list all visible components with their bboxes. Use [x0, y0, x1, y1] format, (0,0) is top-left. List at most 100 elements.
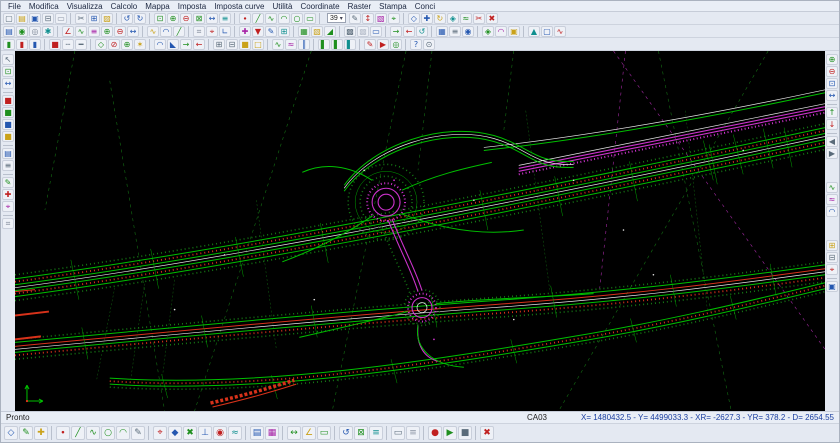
new-file-icon[interactable]: ▢ [3, 13, 15, 24]
area-calc-icon[interactable]: ▣ [508, 26, 520, 37]
r-pan-icon[interactable]: ↔ [826, 90, 838, 101]
quick-line-icon[interactable]: ╱ [71, 426, 85, 440]
line-width-icon[interactable]: ━ [75, 39, 87, 50]
measure-angle-icon[interactable]: ∠ [302, 426, 316, 440]
scale-combo[interactable]: 39 ▾ [327, 13, 346, 23]
draw-line-icon[interactable]: ╱ [252, 13, 264, 24]
unlock-icon[interactable]: □ [252, 39, 264, 50]
r-layer-up-icon[interactable]: ↑ [826, 107, 838, 118]
vertex-delete-icon[interactable]: ⊖ [114, 26, 126, 37]
menu-file[interactable]: File [4, 2, 25, 11]
snap-nearest-icon[interactable]: ≈ [228, 426, 242, 440]
menu-stampa[interactable]: Stampa [375, 2, 411, 11]
annotate-icon[interactable]: ✎ [364, 39, 376, 50]
label-tool-icon[interactable]: ✎ [265, 26, 277, 37]
import-icon[interactable]: ← [403, 26, 415, 37]
marker-green-icon[interactable]: ▮ [3, 39, 15, 50]
r-grid-add-icon[interactable]: ⊞ [826, 240, 838, 251]
view-3d-icon[interactable]: ▲ [528, 26, 540, 37]
ortho-icon[interactable]: ∟ [219, 26, 231, 37]
break-tool-icon[interactable]: ⊘ [108, 39, 120, 50]
r-grid-remove-icon[interactable]: ⊟ [826, 252, 838, 263]
r-target-icon[interactable]: ⌖ [826, 264, 838, 275]
dimension-icon[interactable]: ↕ [362, 13, 374, 24]
marker-red-icon[interactable]: ▮ [16, 39, 28, 50]
image-insert-icon[interactable]: ▭ [370, 26, 382, 37]
offset-icon[interactable]: ≈ [460, 13, 472, 24]
menu-conci[interactable]: Conci [411, 2, 439, 11]
shorten-icon[interactable]: ← [193, 39, 205, 50]
modify-palette-icon[interactable]: ✚ [2, 189, 14, 200]
menu-imposta[interactable]: Imposta [174, 2, 210, 11]
raster-hide-icon[interactable]: ▩ [357, 26, 369, 37]
macro-stop-icon[interactable]: ■ [458, 426, 472, 440]
menu-coordinate[interactable]: Coordinate [296, 2, 343, 11]
layer-off-icon[interactable]: ◎ [29, 26, 41, 37]
copy-icon[interactable]: ⊞ [88, 13, 100, 24]
layer-manager-icon[interactable]: ▤ [3, 26, 15, 37]
menu-visualizza[interactable]: Visualizza [63, 2, 107, 11]
erase-icon[interactable]: ✖ [486, 13, 498, 24]
menu-imposta-curve[interactable]: Imposta curve [210, 2, 268, 11]
print-icon[interactable]: ⊟ [42, 13, 54, 24]
quick-arc-icon[interactable]: ◠ [116, 426, 130, 440]
filter-colors-icon[interactable]: ▦ [265, 426, 279, 440]
snap-intersection-icon[interactable]: ✖ [183, 426, 197, 440]
layers-panel-icon[interactable]: ▤ [2, 148, 14, 159]
zoom-box-left-icon[interactable]: ⊡ [2, 66, 14, 77]
vertex-add-icon[interactable]: ⊕ [101, 26, 113, 37]
area-tool-icon[interactable]: ▦ [298, 26, 310, 37]
r-next-view-icon[interactable]: ▶ [826, 148, 838, 159]
quick-text-icon[interactable]: ✎ [131, 426, 145, 440]
flag-icon[interactable]: ▶ [377, 39, 389, 50]
snap-icon[interactable]: ⌖ [206, 26, 218, 37]
grid-icon[interactable]: ⌗ [193, 26, 205, 37]
trim-icon[interactable]: ✂ [473, 13, 485, 24]
list-view-icon[interactable]: ≡ [449, 26, 461, 37]
r-zoom-out-icon[interactable]: ⊖ [826, 66, 838, 77]
hatch-icon[interactable]: ▧ [375, 13, 387, 24]
snap-perpendicular-icon[interactable]: ⊥ [198, 426, 212, 440]
help-icon[interactable]: ? [410, 39, 422, 50]
text-tool-icon[interactable]: ✎ [349, 13, 361, 24]
plot-preview-icon[interactable]: ▭ [55, 13, 67, 24]
cross-sections-icon[interactable]: ≈ [285, 39, 297, 50]
log-view-icon[interactable]: ≡ [406, 426, 420, 440]
select-icon[interactable]: ◇ [408, 13, 420, 24]
drawing-canvas[interactable] [15, 51, 825, 411]
r-zoom-in-icon[interactable]: ⊕ [826, 54, 838, 65]
draw-rectangle-icon[interactable]: ▭ [304, 13, 316, 24]
fillet-icon[interactable]: ◠ [154, 39, 166, 50]
zoom-out-icon[interactable]: ⊖ [180, 13, 192, 24]
close-drawing-icon[interactable]: ✖ [480, 426, 494, 440]
pan-icon[interactable]: ↔ [206, 13, 218, 24]
redraw-icon[interactable]: ≡ [219, 13, 231, 24]
measure-icon[interactable]: ⌖ [388, 13, 400, 24]
group-icon[interactable]: ⊞ [213, 39, 225, 50]
snap-center-icon[interactable]: ◉ [213, 426, 227, 440]
column-green-1-icon[interactable]: ▌ [318, 39, 330, 50]
color-green-icon[interactable]: ■ [2, 107, 14, 118]
road-calc-icon[interactable]: ◈ [482, 26, 494, 37]
long-profile-icon[interactable]: ∿ [272, 39, 284, 50]
vertex-move-icon[interactable]: ↔ [127, 26, 139, 37]
r-previous-view-icon[interactable]: ◀ [826, 136, 838, 147]
menu-modifica[interactable]: Modifica [25, 2, 63, 11]
draw-circle-icon[interactable]: ○ [291, 13, 303, 24]
quick-circle-icon[interactable]: ○ [101, 426, 115, 440]
draw-arc-icon[interactable]: ◠ [278, 13, 290, 24]
save-icon[interactable]: ▣ [29, 13, 41, 24]
extend-icon[interactable]: → [180, 39, 192, 50]
move-icon[interactable]: ✚ [421, 13, 433, 24]
select-mode-icon[interactable]: ◇ [4, 426, 18, 440]
regen-icon[interactable]: ≡ [369, 426, 383, 440]
r-zoom-window-icon[interactable]: ⊡ [826, 78, 838, 89]
tangent-icon[interactable]: ╱ [173, 26, 185, 37]
layer-on-icon[interactable]: ◉ [16, 26, 28, 37]
menu-mappa[interactable]: Mappa [141, 2, 173, 11]
color-blue-icon[interactable]: ■ [2, 119, 14, 130]
undo-icon[interactable]: ↺ [121, 13, 133, 24]
r-curve-icon[interactable]: ◠ [826, 206, 838, 217]
filter-layers-icon[interactable]: ▤ [250, 426, 264, 440]
raster-show-icon[interactable]: ▩ [344, 26, 356, 37]
